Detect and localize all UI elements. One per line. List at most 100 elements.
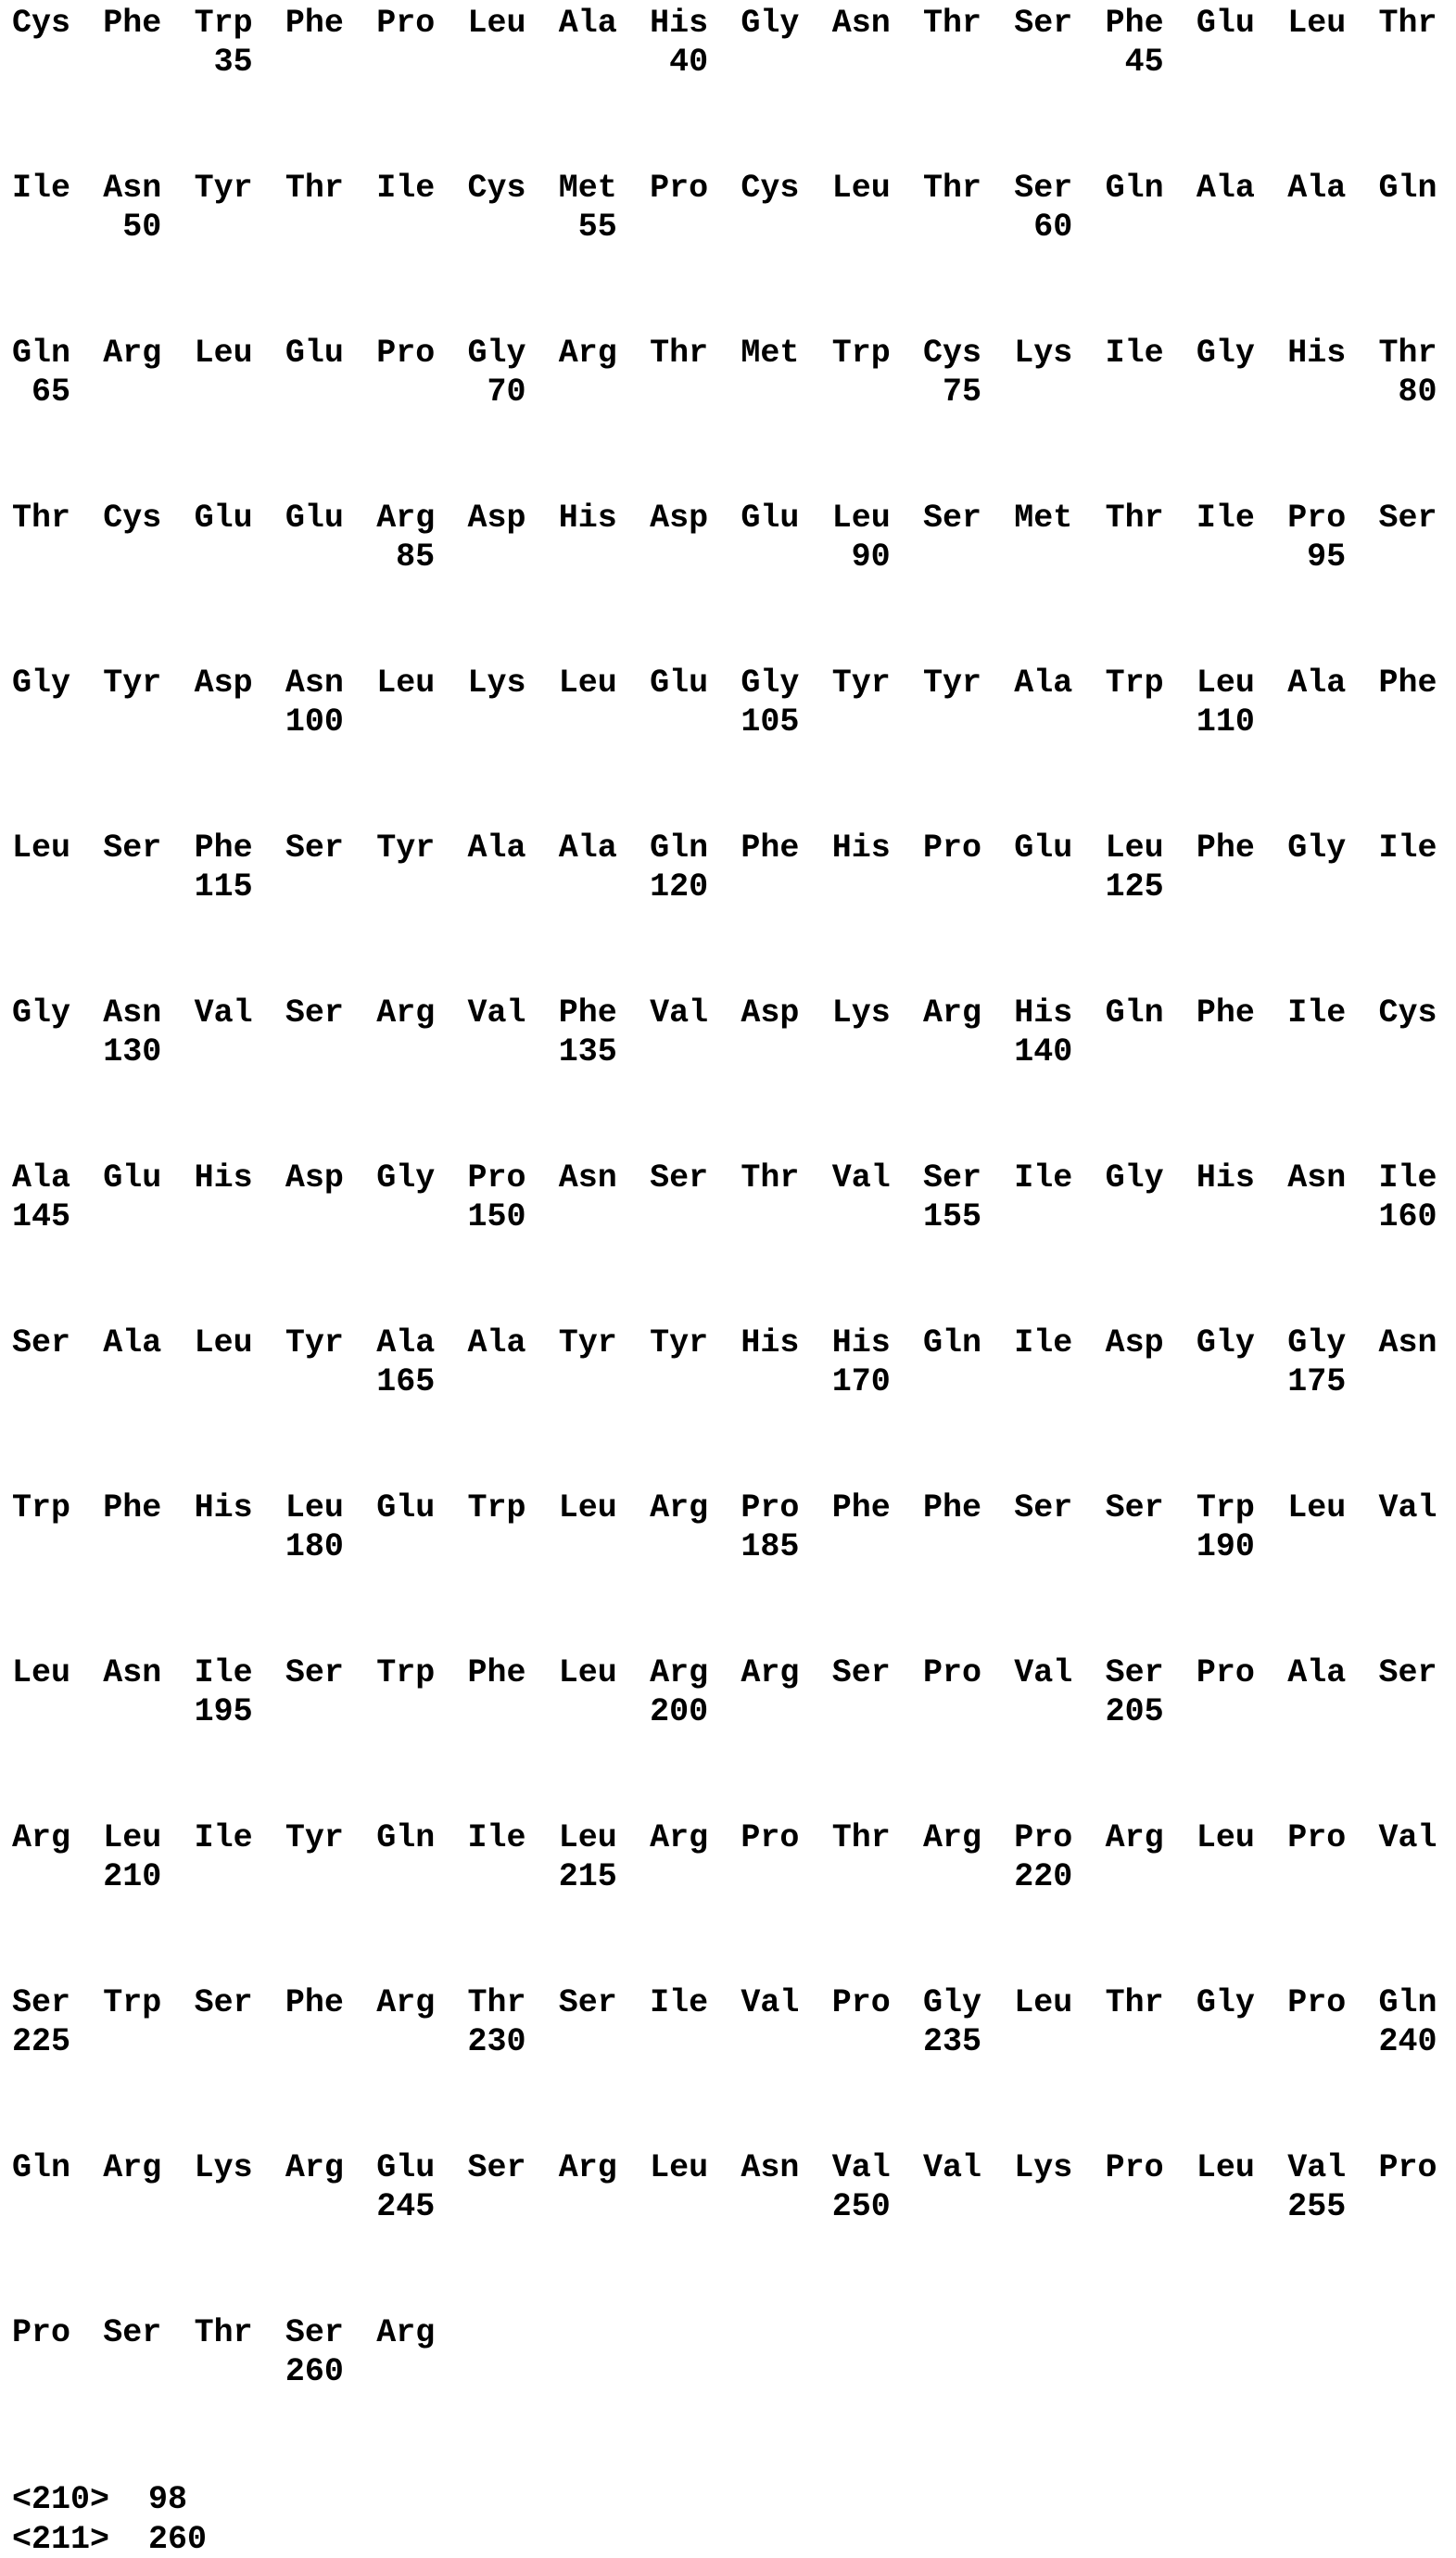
residue: Ile	[195, 1657, 253, 1690]
position-number: 75	[923, 376, 981, 409]
residue: Ser	[832, 1657, 891, 1690]
residue: Thr	[1379, 337, 1437, 370]
residue: His	[832, 1327, 891, 1360]
residue: Glu	[1196, 7, 1255, 40]
residue: Pro	[923, 1657, 981, 1690]
residue: Leu	[376, 667, 435, 700]
residue: Ala	[1287, 1657, 1346, 1690]
residue: Arg	[12, 1822, 70, 1855]
residue: Ile	[1014, 1162, 1072, 1195]
residue: Ile	[1196, 502, 1255, 535]
residue: Ile	[376, 172, 435, 205]
residue: Leu	[1196, 2152, 1255, 2184]
residue: Leu	[195, 1327, 253, 1360]
residue: Ala	[468, 832, 526, 865]
residue: Cys	[12, 7, 70, 40]
position-number: 170	[832, 1366, 891, 1399]
position-number: 115	[195, 871, 253, 904]
residue: Asn	[1287, 1162, 1346, 1195]
residue: Leu	[285, 1492, 344, 1525]
residue: Ala	[559, 7, 617, 40]
residue: Phe	[103, 7, 161, 40]
residue: His	[741, 1327, 799, 1360]
residue: Thr	[650, 337, 708, 370]
residue: Val	[741, 1987, 799, 2020]
residue: Glu	[376, 2152, 435, 2184]
residue: Thr	[1106, 1987, 1164, 2020]
residue: Ser	[12, 1987, 70, 2020]
position-number: 220	[1014, 1861, 1072, 1893]
residue: Ala	[1196, 172, 1255, 205]
residue: Asp	[741, 997, 799, 1030]
residue: Gly	[1287, 832, 1346, 865]
residue: Gln	[1379, 1987, 1437, 2020]
residue: Phe	[1196, 832, 1255, 865]
residue: Ser	[468, 2152, 526, 2184]
residue: Ala	[1287, 172, 1346, 205]
residue: Gly	[468, 337, 526, 370]
position-number: 120	[650, 871, 708, 904]
residue: Val	[923, 2152, 981, 2184]
residue: Glu	[376, 1492, 435, 1525]
position-number: 110	[1196, 706, 1255, 739]
residue: Phe	[1106, 7, 1164, 40]
residue: Ser	[103, 832, 161, 865]
position-number: 65	[12, 376, 70, 409]
position-number: 40	[650, 46, 708, 79]
position-number: 190	[1196, 1531, 1255, 1564]
position-number: 155	[923, 1201, 981, 1234]
residue: Thr	[1379, 7, 1437, 40]
residue: Val	[1379, 1822, 1437, 1855]
residue: Phe	[1196, 997, 1255, 1030]
residue: Trp	[832, 337, 891, 370]
residue: Pro	[1106, 2152, 1164, 2184]
residue: Lys	[195, 2152, 253, 2184]
residue: Met	[741, 337, 799, 370]
position-number: 70	[468, 376, 526, 409]
residue: Arg	[559, 337, 617, 370]
residue: Gly	[741, 7, 799, 40]
residue: Ser	[1379, 502, 1437, 535]
residue: Leu	[559, 1492, 617, 1525]
position-number: 100	[285, 706, 344, 739]
residue: Leu	[1196, 1822, 1255, 1855]
position-number: 235	[923, 2026, 981, 2058]
position-number: 90	[832, 541, 891, 574]
residue: Glu	[195, 502, 253, 535]
residue: Ala	[1014, 667, 1072, 700]
residue: Tyr	[103, 667, 161, 700]
metadata-value: 260	[148, 2524, 207, 2556]
position-number: 150	[468, 1201, 526, 1234]
residue: Thr	[923, 172, 981, 205]
residue: Lys	[832, 997, 891, 1030]
residue: His	[1287, 337, 1346, 370]
residue: His	[195, 1492, 253, 1525]
residue: Leu	[1287, 7, 1346, 40]
position-number: 180	[285, 1531, 344, 1564]
residue: Ile	[1379, 832, 1437, 865]
residue: Asp	[285, 1162, 344, 1195]
position-number: 175	[1287, 1366, 1346, 1399]
residue: Trp	[1106, 667, 1164, 700]
residue: Glu	[285, 502, 344, 535]
residue: Ala	[376, 1327, 435, 1360]
residue: Ile	[1379, 1162, 1437, 1195]
residue: Leu	[468, 7, 526, 40]
position-number: 215	[559, 1861, 617, 1893]
residue: Ser	[923, 502, 981, 535]
residue: Thr	[195, 2317, 253, 2349]
residue: Ser	[1379, 1657, 1437, 1690]
residue: Ser	[1106, 1657, 1164, 1690]
residue: Ile	[650, 1987, 708, 2020]
residue: Pro	[376, 7, 435, 40]
position-number: 95	[1287, 541, 1346, 574]
residue: Tyr	[559, 1327, 617, 1360]
residue: Asn	[285, 667, 344, 700]
residue: Lys	[1014, 2152, 1072, 2184]
residue: Glu	[103, 1162, 161, 1195]
residue: Val	[1287, 2152, 1346, 2184]
residue: Arg	[650, 1822, 708, 1855]
residue: Asp	[1106, 1327, 1164, 1360]
residue: Ile	[1287, 997, 1346, 1030]
residue: Thr	[741, 1162, 799, 1195]
